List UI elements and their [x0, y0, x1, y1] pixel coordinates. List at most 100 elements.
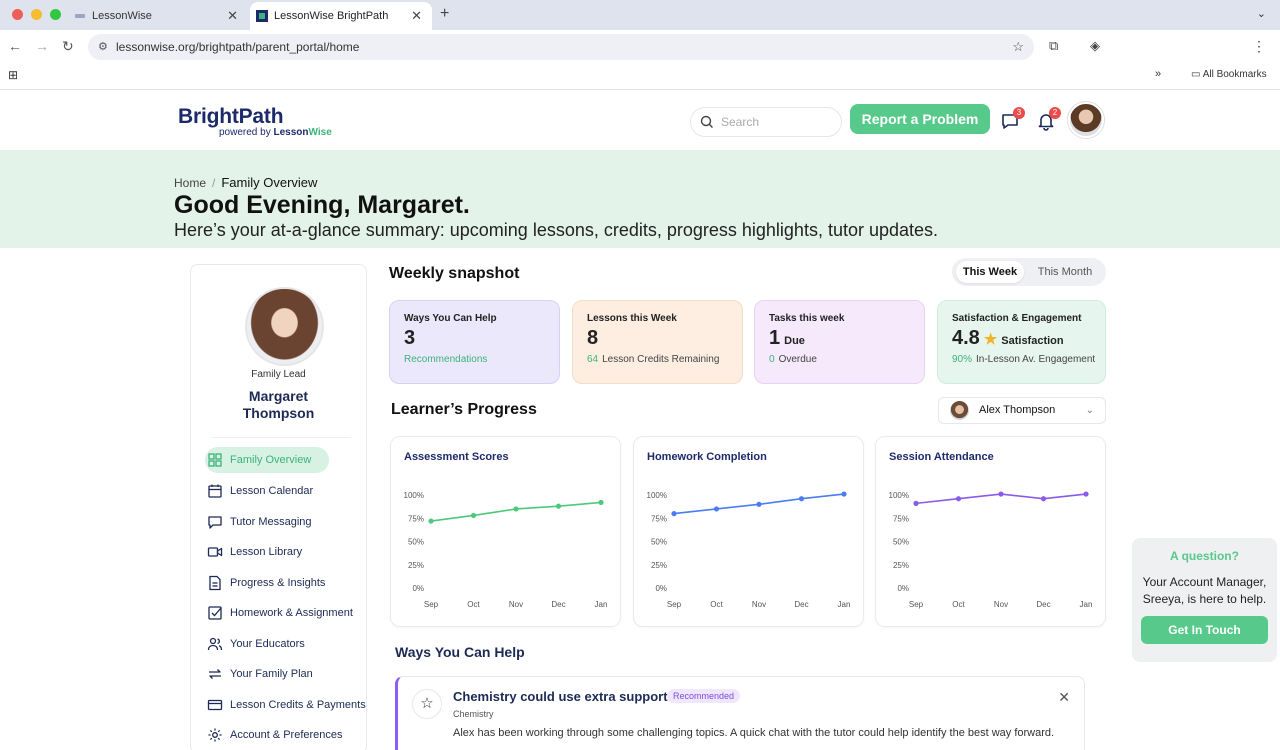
- stat-value-number: 4.8: [952, 327, 980, 349]
- browser-tab-brightpath[interactable]: LessonWise BrightPath ✕: [250, 2, 432, 30]
- sidebar-item-family-overview[interactable]: Family Overview: [205, 447, 329, 473]
- stat-card-label: Tasks this week: [769, 313, 845, 324]
- homework-completion-chart: 0% 25% 50% 75% 100% Sep Oct Nov Dec Jan: [647, 491, 851, 609]
- toggle-this-week[interactable]: This Week: [956, 261, 1024, 283]
- star-icon: ★: [983, 331, 998, 348]
- stat-card-footer: 90% In-Lesson Av. Engagement: [952, 354, 1095, 365]
- chart-title: Session Attendance: [889, 451, 994, 463]
- sidebar-item-label: Account & Preferences: [230, 729, 343, 741]
- card-icon: [207, 699, 223, 711]
- data-point: [555, 503, 562, 509]
- assessment-scores-chart: 0% 25% 50% 75% 100% Sep Oct Nov Dec Jan: [404, 491, 608, 609]
- help-recommendation-card[interactable]: ☆ Chemistry could use extra support Reco…: [395, 676, 1085, 750]
- help-item-title: Chemistry could use extra support: [453, 689, 668, 704]
- y-tick-label: 75%: [893, 514, 909, 523]
- y-tick-label: 0%: [655, 584, 667, 593]
- stat-value-number: 8: [587, 327, 599, 349]
- stat-foot-text: In-Lesson Av. Engagement: [976, 354, 1096, 365]
- site-info-icon[interactable]: ⚙: [98, 34, 108, 60]
- sidebar-item-label: Your Family Plan: [230, 668, 313, 680]
- close-tab-icon[interactable]: ✕: [411, 8, 422, 24]
- stat-card-footer: 0 Overdue: [769, 354, 910, 365]
- sidebar-item-your-educators[interactable]: Your Educators: [205, 631, 365, 657]
- breadcrumb-home[interactable]: Home: [174, 176, 206, 190]
- toggle-this-month[interactable]: This Month: [1028, 261, 1102, 283]
- more-bookmarks-icon[interactable]: »: [1155, 68, 1161, 80]
- forward-arrow-icon[interactable]: →: [35, 38, 49, 54]
- people-icon: [207, 637, 223, 651]
- user-avatar[interactable]: [1068, 102, 1104, 138]
- stat-foot-highlight: 90%: [952, 354, 973, 365]
- maximize-window-button[interactable]: [50, 9, 61, 20]
- widget-text: Your Account Manager, Sreeya, is here to…: [1142, 575, 1267, 606]
- stat-foot-text: Overdue: [778, 354, 817, 365]
- gear-icon: [208, 728, 222, 742]
- data-point: [671, 511, 677, 517]
- stat-card-label: Lessons this Week: [587, 313, 677, 324]
- all-bookmarks-link[interactable]: ▭ All Bookmarks: [1191, 69, 1267, 80]
- minimize-window-button[interactable]: [31, 9, 42, 20]
- data-point: [955, 496, 962, 502]
- stat-card-footer: 64 Lesson Credits Remaining: [587, 354, 728, 365]
- sidebar-item-lesson-library[interactable]: Lesson Library: [205, 539, 365, 565]
- report-problem-button[interactable]: Report a Problem: [850, 104, 990, 134]
- search-input[interactable]: Search: [690, 107, 842, 137]
- reload-icon[interactable]: ↻: [62, 38, 74, 55]
- lessonwise-favicon-icon: [75, 14, 85, 18]
- sidebar-item-account-preferences[interactable]: Account & Preferences: [205, 722, 365, 748]
- search-icon: [700, 115, 713, 128]
- url-field[interactable]: ⚙ lessonwise.org/brightpath/parent_porta…: [88, 34, 1034, 60]
- y-tick-label: 75%: [408, 514, 424, 523]
- period-toggle: This Week This Month: [952, 258, 1106, 286]
- tab-label: LessonWise: [92, 10, 152, 22]
- stat-card-satisfaction[interactable]: Satisfaction & Engagement 4.8 ★ Satisfacti…: [937, 300, 1106, 384]
- stat-card-value: 4.8 ★ Satisfaction: [952, 327, 1091, 350]
- sidebar-item-progress-insights[interactable]: Progress & Insights: [205, 570, 365, 596]
- brightpath-logo[interactable]: BrightPath powered by LessonWise: [178, 105, 332, 138]
- sidebar-item-tutor-messaging[interactable]: Tutor Messaging: [205, 509, 365, 535]
- bookmark-star-icon[interactable]: ☆: [1012, 34, 1024, 60]
- extensions-icon[interactable]: ⧉: [1049, 38, 1058, 54]
- learner-select[interactable]: Alex Thompson ⌄: [938, 397, 1106, 424]
- stat-foot-highlight: 64: [587, 354, 599, 365]
- logo-powered: powered by: [219, 127, 271, 138]
- sidebar-item-label: Homework & Assignment: [230, 607, 353, 619]
- tab-search-chevron-icon[interactable]: ⌄: [1257, 7, 1266, 20]
- x-tick-label: Nov: [752, 600, 766, 609]
- sidebar-item-homework-assignment[interactable]: Homework & Assignment: [205, 600, 365, 626]
- stat-card-lessons-this-week[interactable]: Lessons this Week 8 64 Lesson Credits Rem…: [572, 300, 743, 384]
- sidebar-item-label: Progress & Insights: [230, 577, 326, 589]
- series-line: [430, 501, 602, 522]
- chart-card-assessment-scores: Assessment Scores 0% 25% 50% 75% 100% Sep Oct N…: [390, 436, 621, 627]
- close-tab-icon[interactable]: ✕: [227, 8, 238, 24]
- browser-tab-lessonwise[interactable]: LessonWise ✕: [68, 2, 248, 30]
- apps-grid-icon[interactable]: ⊞: [8, 68, 18, 82]
- breadcrumb-current: Family Overview: [221, 175, 318, 190]
- chat-icon: [208, 516, 222, 529]
- stat-card-ways-to-help[interactable]: Ways You Can Help 3 Recommendations: [389, 300, 560, 384]
- sidebar-item-lesson-credits-payments[interactable]: Lesson Credits & Payments: [205, 692, 366, 718]
- address-bar: ← → ↻ ⚙ lessonwise.org/brightpath/parent…: [0, 30, 1280, 84]
- back-arrow-icon[interactable]: ←: [8, 38, 22, 54]
- stat-card-value: 8: [587, 327, 728, 350]
- data-point: [713, 506, 720, 512]
- sidebar-item-your-family-plan[interactable]: Your Family Plan: [205, 661, 365, 687]
- get-in-touch-button[interactable]: Get In Touch: [1141, 616, 1268, 644]
- page-title: Good Evening, Margaret.: [174, 191, 470, 219]
- stat-value-suffix: Due: [784, 335, 805, 347]
- x-tick-label: Sep: [667, 600, 682, 609]
- sidebar-item-lesson-calendar[interactable]: Lesson Calendar: [205, 478, 365, 504]
- browser-menu-icon[interactable]: ⋮: [1252, 38, 1266, 55]
- logo-tagline: powered by LessonWise: [219, 127, 332, 138]
- messages-badge: 3: [1013, 107, 1025, 119]
- shield-extension-icon[interactable]: ◈: [1090, 38, 1100, 54]
- stat-card-tasks-this-week[interactable]: Tasks this week 1 Due 0 Overdue: [754, 300, 925, 384]
- x-tick-label: Jan: [595, 600, 608, 609]
- dismiss-close-icon[interactable]: ✕: [1058, 689, 1070, 706]
- stat-card-footer: Recommendations: [404, 354, 545, 365]
- close-window-button[interactable]: [12, 9, 23, 20]
- search-placeholder: Search: [721, 115, 760, 129]
- new-tab-icon[interactable]: +: [440, 5, 449, 23]
- y-tick-label: 100%: [889, 491, 909, 500]
- data-point: [756, 501, 762, 507]
